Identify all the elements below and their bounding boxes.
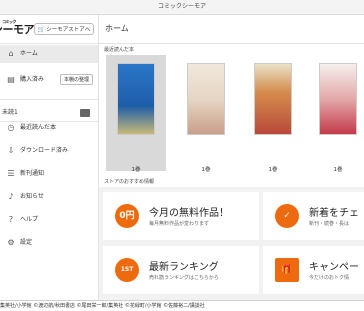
- book-cover: [254, 63, 292, 135]
- gear-icon: ⚙: [7, 238, 15, 247]
- card-subtitle: 新刊・続巻・長は: [309, 221, 350, 227]
- free-yen-icon: 0円: [115, 204, 139, 228]
- sidebar-item-label: 購入済み: [20, 76, 45, 83]
- book-cover: [187, 63, 225, 135]
- logo-small-text: コミック: [2, 19, 17, 24]
- sidebar-item-purchased[interactable]: ▤ 購入済み 本棚の整理: [0, 71, 98, 89]
- sidebar-item-label: お知らせ: [20, 193, 44, 200]
- book-volume-label: 1巻: [131, 167, 141, 173]
- book-cover: [117, 63, 155, 135]
- book-item[interactable]: 1巻: [106, 55, 166, 173]
- book-volume-label: 1巻: [201, 167, 211, 173]
- check-icon: ✓: [275, 204, 299, 228]
- bell-list-icon: ☰: [7, 169, 15, 178]
- sidebar-item-label: 設定: [20, 239, 33, 246]
- ranking-card[interactable]: 1ST 最新ランキング 売れ筋ランキングはこちらから: [103, 246, 259, 294]
- recent-section-title: 最近読んだ本: [104, 47, 135, 53]
- book-item[interactable]: 1巻: [176, 55, 236, 173]
- page-title: ホーム: [105, 24, 129, 33]
- sidebar-item-label: 最近読んだ本: [20, 124, 57, 131]
- book-item[interactable]: 1巻: [243, 55, 303, 173]
- help-icon: ?: [8, 215, 14, 224]
- download-icon: ⇩: [7, 146, 15, 155]
- folder-icon: [80, 109, 90, 117]
- sidebar-item-label: ヘルプ: [20, 216, 39, 223]
- window-titlebar: コミックシーモア: [0, 0, 364, 15]
- sidebar-item-notice[interactable]: ♪ お知らせ: [0, 188, 98, 206]
- card-subtitle: 今だけのおトク情: [309, 275, 350, 281]
- store-button[interactable]: 🛒シーモアストアへ: [34, 23, 94, 35]
- bell-icon: ♪: [8, 192, 14, 201]
- card-title: 最新ランキング: [149, 262, 219, 273]
- home-icon: ⌂: [8, 49, 14, 58]
- sidebar-item-home[interactable]: ⌂ ホーム: [0, 45, 98, 63]
- gift-icon: 🎁: [275, 258, 299, 282]
- sidebar-item-help[interactable]: ? ヘルプ: [0, 211, 98, 229]
- store-button-label: シーモアストアへ: [46, 27, 91, 33]
- sidebar-item-label: ダウンロード済み: [20, 147, 69, 154]
- sidebar-item-downloaded[interactable]: ⇩ ダウンロード済み: [0, 142, 98, 160]
- card-title: キャンペー: [309, 262, 359, 273]
- new-arrivals-card[interactable]: ✓ 新着をチェ 新刊・続巻・長は: [263, 192, 364, 240]
- sidebar-item-label: 新刊通知: [20, 170, 45, 177]
- card-title: 今月の無料作品！: [149, 208, 229, 219]
- first-place-badge-icon: 1ST: [115, 258, 139, 282]
- main-header: ホーム: [99, 15, 364, 44]
- free-works-card[interactable]: 0円 今月の無料作品！ 毎月無料作品が変わります: [103, 192, 259, 240]
- store-section-title: ストアのおすすめ情報: [104, 179, 155, 185]
- app-logo: コミック シーモア: [0, 19, 36, 37]
- card-subtitle: 売れ筋ランキングはこちらから: [149, 275, 219, 281]
- book-volume-label: 1巻: [333, 167, 343, 173]
- sidebar-item-new-release[interactable]: ☰ 新刊通知: [0, 165, 98, 183]
- sidebar-item-recent[interactable]: ◷ 最近読んだ本: [0, 119, 98, 137]
- book-cover: [319, 63, 357, 135]
- main-panel: ホーム 最近読んだ本 1巻 1巻 1巻 1巻 ストアのおすすめ情報 0円 今月の…: [99, 15, 364, 300]
- card-subtitle: 毎月無料作品が変わります: [149, 221, 210, 227]
- logo-area: コミック シーモア 🛒シーモアストアへ: [0, 15, 98, 44]
- card-title: 新着をチェ: [309, 208, 359, 219]
- divider: [0, 99, 98, 100]
- sidebar: コミック シーモア 🛒シーモアストアへ ⌂ ホーム ▤ 購入済み 本棚の整理 未…: [0, 15, 99, 300]
- clock-icon: ◷: [7, 123, 15, 132]
- book-volume-label: 1巻: [268, 167, 278, 173]
- copyright-footer: 集英社/小学館 ©渡辺航/秋田書店 ©尾田栄一郎/集英社 ©花緑町/小学館 ©佐…: [0, 300, 364, 311]
- campaign-card[interactable]: 🎁 キャンペー 今だけのおトク情: [263, 246, 364, 294]
- cart-icon: 🛒: [37, 26, 46, 33]
- book-item[interactable]: 1巻: [308, 55, 364, 173]
- book-icon: ▤: [7, 75, 15, 84]
- shelf-order-button[interactable]: 本棚の整理: [60, 74, 93, 85]
- sidebar-item-settings[interactable]: ⚙ 設定: [0, 234, 98, 252]
- sidebar-item-label: ホーム: [20, 50, 38, 57]
